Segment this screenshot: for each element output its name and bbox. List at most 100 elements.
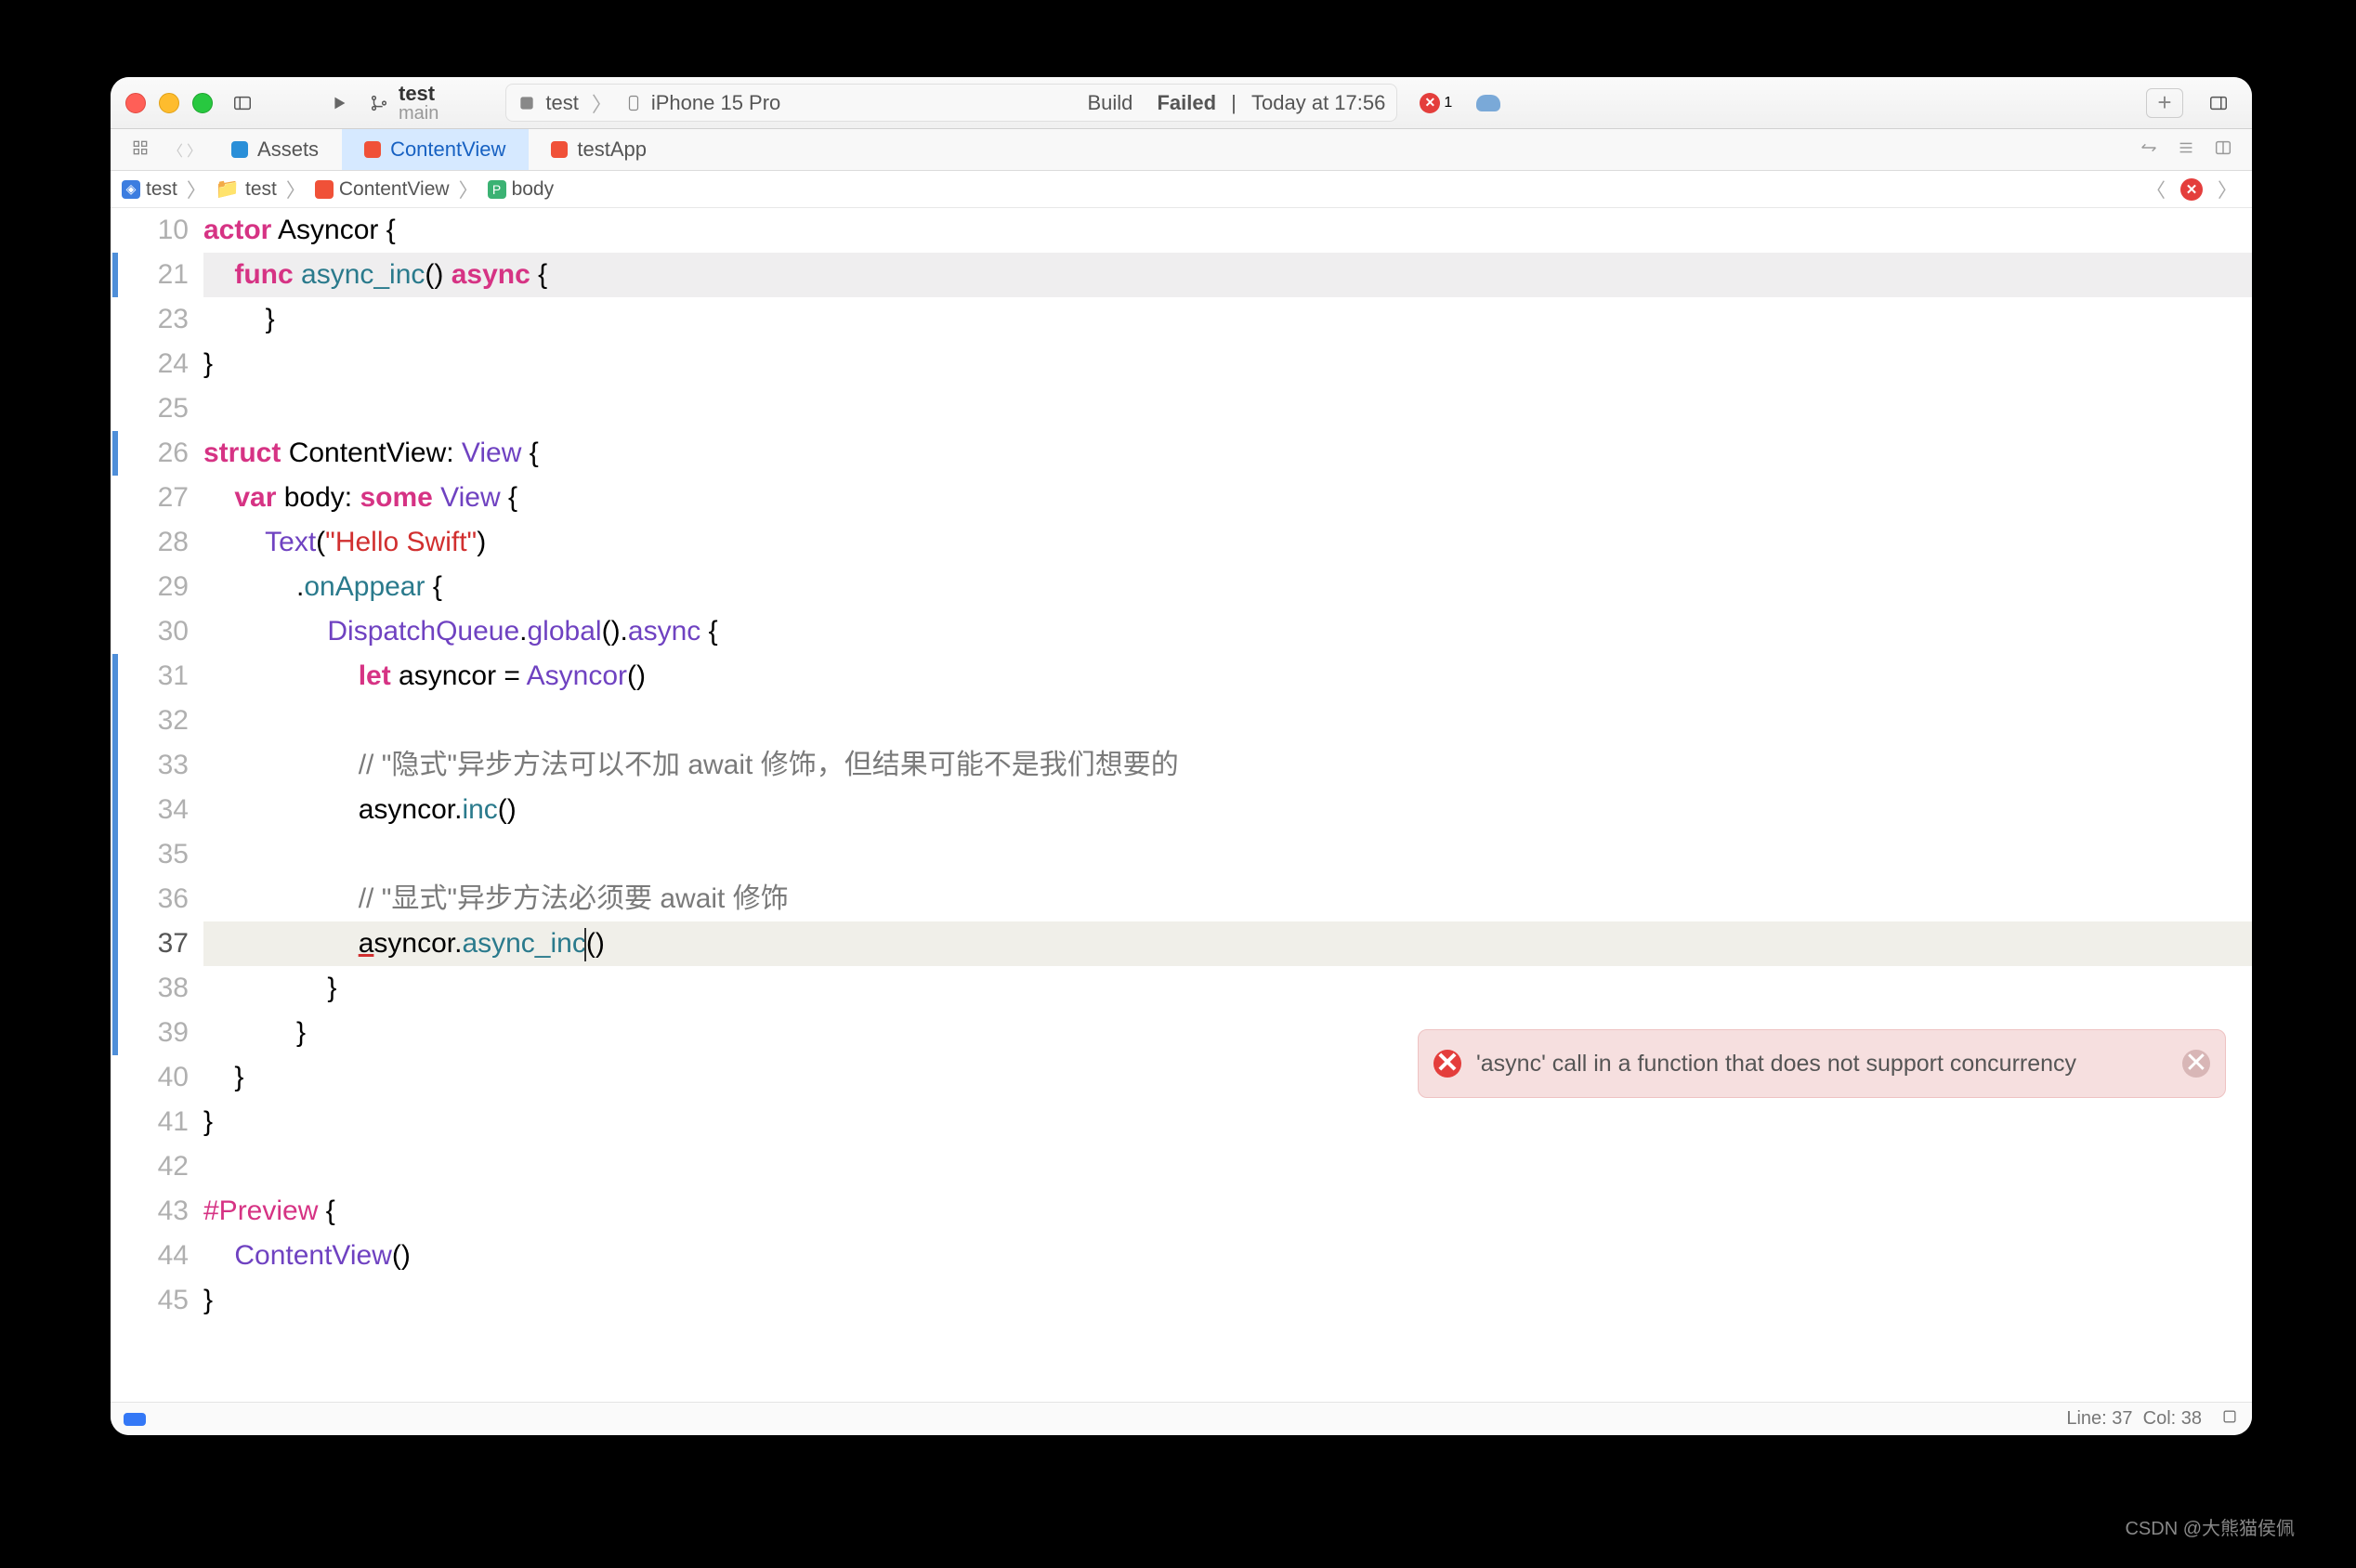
- code-line: }: [203, 297, 2252, 342]
- error-message: 'async' call in a function that does not…: [1476, 1041, 2167, 1086]
- assets-icon: [231, 141, 248, 158]
- folder-icon: 📁: [216, 178, 240, 201]
- tab-assets[interactable]: Assets: [209, 129, 342, 170]
- code-line: [203, 386, 2252, 431]
- editor-tab-bar: 〈 〉 Assets ContentView testApp: [111, 129, 2252, 171]
- line-number: 45: [120, 1278, 189, 1323]
- nav-forward-button[interactable]: 〉: [187, 138, 202, 161]
- error-count: 1: [1444, 95, 1452, 111]
- line-number: 41: [120, 1100, 189, 1144]
- bc-file[interactable]: ContentView: [339, 178, 450, 201]
- history-icon[interactable]: [2139, 137, 2159, 163]
- line-number: 43: [120, 1189, 189, 1234]
- swift-file-icon: [315, 180, 334, 199]
- line-number: 30: [120, 609, 189, 654]
- code-line: [203, 699, 2252, 743]
- bc-project[interactable]: test: [146, 178, 177, 201]
- bc-next-issue[interactable]: 〉: [2214, 176, 2241, 203]
- change-bar: [112, 654, 118, 1055]
- sidebar-toggle-button[interactable]: [224, 88, 261, 118]
- code-line: asyncor.inc(): [203, 788, 2252, 832]
- error-icon: ✕: [1420, 93, 1440, 113]
- line-number: 26: [120, 431, 189, 476]
- xcode-window: test main A test 〉 iPhone 15 Pro Build F…: [111, 77, 2252, 1435]
- adjust-editor-icon[interactable]: [2176, 137, 2196, 163]
- code-line: Text("Hello Swift"): [203, 520, 2252, 565]
- titlebar: test main A test 〉 iPhone 15 Pro Build F…: [111, 77, 2252, 129]
- line-number: 35: [120, 832, 189, 877]
- close-window-button[interactable]: [125, 93, 146, 113]
- code-line: }: [203, 342, 2252, 386]
- change-gutter: [111, 208, 120, 1402]
- line-number: 31: [120, 654, 189, 699]
- code-line: // "隐式"异步方法可以不加 await 修饰，但结果可能不是我们想要的: [203, 743, 2252, 788]
- split-editor-icon[interactable]: [2213, 137, 2233, 163]
- tab-label: ContentView: [390, 137, 505, 162]
- line-number: 32: [120, 699, 189, 743]
- line-number: 21: [120, 253, 189, 297]
- code-line: struct ContentView: View {: [203, 431, 2252, 476]
- related-items-button[interactable]: [120, 138, 161, 162]
- activity-status-bar[interactable]: A test 〉 iPhone 15 Pro Build Failed | To…: [505, 84, 1397, 122]
- code-line-current: asyncor.async_inc(): [203, 921, 2252, 966]
- canvas-indicator[interactable]: [124, 1413, 146, 1426]
- code-line: [203, 1144, 2252, 1189]
- change-bar: [112, 253, 118, 297]
- bc-prev-issue[interactable]: 〈: [2142, 176, 2169, 203]
- error-bubble[interactable]: ✕ 'async' call in a function that does n…: [1418, 1029, 2226, 1098]
- line-number: 42: [120, 1144, 189, 1189]
- zoom-window-button[interactable]: [192, 93, 213, 113]
- line-number: 29: [120, 565, 189, 609]
- traffic-lights: [125, 93, 213, 113]
- line-number: 33: [120, 743, 189, 788]
- svg-text:A: A: [524, 98, 531, 110]
- code-line: func async_inc() async {: [203, 253, 2252, 297]
- error-icon: ✕: [1433, 1050, 1461, 1078]
- cloud-status-icon[interactable]: [1476, 95, 1500, 111]
- footer-bar: Line: 37 Col: 38: [111, 1402, 2252, 1435]
- tab-contentview[interactable]: ContentView: [342, 129, 529, 170]
- code-line: #Preview {: [203, 1189, 2252, 1234]
- code-line: [203, 832, 2252, 877]
- bc-folder[interactable]: test: [245, 178, 277, 201]
- nav-back-button[interactable]: 〈: [168, 138, 183, 161]
- line-number: 24: [120, 342, 189, 386]
- code-area[interactable]: actor Asyncor { func async_inc() async {…: [203, 208, 2252, 1402]
- minimize-window-button[interactable]: [159, 93, 179, 113]
- code-line: DispatchQueue.global().async {: [203, 609, 2252, 654]
- scheme-selector[interactable]: test main: [369, 84, 438, 123]
- code-line: actor Asyncor {: [203, 208, 2252, 253]
- minimap-toggle-icon[interactable]: [2220, 1407, 2239, 1431]
- code-line: .onAppear {: [203, 565, 2252, 609]
- code-line: ContentView(): [203, 1234, 2252, 1278]
- code-line: let asyncor = Asyncor(): [203, 654, 2252, 699]
- tab-label: Assets: [257, 137, 319, 162]
- property-icon: P: [488, 180, 506, 199]
- line-number: 34: [120, 788, 189, 832]
- bc-symbol[interactable]: body: [512, 178, 555, 201]
- scheme-name: test: [399, 84, 438, 104]
- line-number: 37: [120, 921, 189, 966]
- tab-testapp[interactable]: testApp: [529, 129, 670, 170]
- build-label: Build: [1087, 91, 1132, 115]
- add-button[interactable]: +: [2146, 88, 2183, 118]
- run-button[interactable]: [321, 88, 358, 118]
- line-number: 23: [120, 297, 189, 342]
- close-icon[interactable]: ✕: [2182, 1050, 2210, 1078]
- issues-badge[interactable]: ✕ 1: [1420, 93, 1452, 113]
- code-editor[interactable]: 10 21 23 24 25 26 27 28 29 30 31 32 33 3…: [111, 208, 2252, 1402]
- breadcrumb[interactable]: ◈ test 〉 📁 test 〉 ContentView 〉 P body 〈…: [111, 171, 2252, 208]
- line-number: 10: [120, 208, 189, 253]
- editor-options: [2139, 137, 2243, 163]
- line-number: 40: [120, 1055, 189, 1100]
- build-result: Failed: [1157, 91, 1216, 115]
- scheme-branch: main: [399, 104, 438, 123]
- code-line: }: [203, 1278, 2252, 1323]
- build-time: Today at 17:56: [1251, 91, 1385, 115]
- library-toggle-button[interactable]: [2200, 88, 2237, 118]
- bc-error-icon[interactable]: ✕: [2180, 178, 2203, 201]
- app-icon: ◈: [122, 180, 140, 199]
- watermark: CSDN @大熊猫侯佩: [2125, 1513, 2295, 1540]
- line-number: 25: [120, 386, 189, 431]
- code-line: var body: some View {: [203, 476, 2252, 520]
